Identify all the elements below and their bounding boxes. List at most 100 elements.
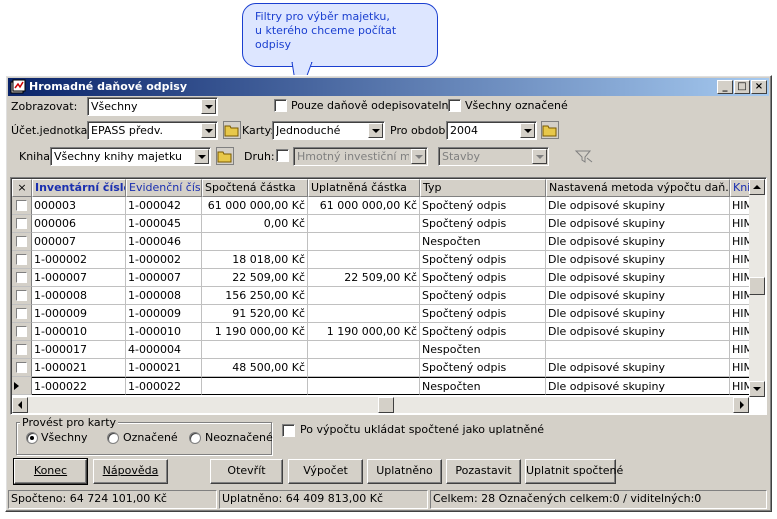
col-evidencni-cislo-cell[interactable]: 1-000022 <box>126 377 202 395</box>
col-inventarni-cislo-cell[interactable]: 1-000022 <box>32 377 126 395</box>
col-uplatnena-castka-cell[interactable] <box>308 305 420 323</box>
col-uplatnena-castka-cell[interactable] <box>308 377 420 395</box>
col-typ-cell[interactable]: Spočtený odpis <box>420 269 546 287</box>
vertical-scrollbar[interactable] <box>749 179 765 397</box>
vsechny-oznacene-checkbox[interactable] <box>448 99 461 112</box>
row-select-cell[interactable] <box>12 305 32 323</box>
col-typ-cell[interactable]: Spočtený odpis <box>420 197 546 215</box>
col-evidencni-cislo-cell[interactable]: 1-000010 <box>126 323 202 341</box>
row-checkbox[interactable] <box>16 344 27 355</box>
col-inventarni-cislo-cell[interactable]: 000006 <box>32 215 126 233</box>
horizontal-scroll-thumb[interactable] <box>378 397 394 413</box>
row-select-cell[interactable] <box>12 197 32 215</box>
col-inventarni-cislo-cell[interactable]: 1-000007 <box>32 269 126 287</box>
row-select-cell[interactable] <box>12 287 32 305</box>
col-metoda-cell[interactable]: Dle odpisové skupiny <box>546 377 730 395</box>
scroll-down-button[interactable] <box>749 381 765 397</box>
col-metoda-cell[interactable]: Dle odpisové skupiny <box>546 251 730 269</box>
table-row[interactable]: 1-000017 4-000004 Nespočten HIM <box>12 341 752 359</box>
table-row[interactable]: 1-000009 1-000009 91 520,00 Kč Spočtený odp… <box>12 305 752 323</box>
col-inventarni-cislo-header[interactable]: Inventární číslo <box>32 179 126 197</box>
table-row[interactable]: 1-000002 1-000002 18 018,00 Kč Spočtený odp… <box>12 251 752 269</box>
col-spoctena-castka-header[interactable]: Spočtená částka <box>202 179 308 197</box>
col-metoda-cell[interactable]: Dle odpisové skupiny <box>546 233 730 251</box>
col-inventarni-cislo-cell[interactable]: 1-000009 <box>32 305 126 323</box>
horizontal-scrollbar[interactable] <box>12 397 749 413</box>
col-metoda-header[interactable]: Nastavená metoda výpočtu daň. odp. <box>546 179 730 197</box>
row-select-cell[interactable] <box>12 251 32 269</box>
col-typ-cell[interactable]: Spočtený odpis <box>420 305 546 323</box>
chevron-down-icon[interactable] <box>201 123 216 138</box>
col-evidencni-cislo-cell[interactable]: 1-000042 <box>126 197 202 215</box>
row-checkbox[interactable] <box>16 272 27 283</box>
row-checkbox[interactable] <box>16 362 27 373</box>
col-evidencni-cislo-cell[interactable]: 1-000008 <box>126 287 202 305</box>
row-checkbox[interactable] <box>16 236 27 247</box>
col-metoda-cell[interactable]: Dle odpisové skupiny <box>546 269 730 287</box>
row-checkbox[interactable] <box>16 254 27 265</box>
col-spoctena-castka-cell[interactable]: 48 500,00 Kč <box>202 359 308 377</box>
col-uplatnena-castka-header[interactable]: Uplatněná částka <box>308 179 420 197</box>
col-uplatnena-castka-cell[interactable] <box>308 233 420 251</box>
zobrazovat-select[interactable]: Všechny <box>87 97 218 116</box>
col-evidencni-cislo-header[interactable]: Evidenční číslo <box>126 179 202 197</box>
table-row[interactable]: 000003 1-000042 61 000 000,00 Kč 61 000 000… <box>12 197 752 215</box>
table-row[interactable]: 000006 1-000045 0,00 Kč Spočtený odpis Dle o… <box>12 215 752 233</box>
col-spoctena-castka-cell[interactable]: 1 190 000,00 Kč <box>202 323 308 341</box>
scroll-left-button[interactable] <box>12 397 28 413</box>
radio-neoznacene[interactable] <box>189 432 201 444</box>
col-spoctena-castka-cell[interactable]: 18 018,00 Kč <box>202 251 308 269</box>
otevrit-button[interactable]: Otevřít <box>210 459 283 484</box>
row-checkbox[interactable] <box>16 326 27 337</box>
col-typ-cell[interactable]: Spočtený odpis <box>420 359 546 377</box>
row-select-cell[interactable] <box>12 341 32 359</box>
col-uplatnena-castka-cell[interactable]: 61 000 000,00 Kč <box>308 197 420 215</box>
row-select-cell[interactable] <box>12 377 32 395</box>
filter-icon[interactable] <box>574 148 594 164</box>
minimize-button[interactable]: _ <box>717 80 733 94</box>
col-spoctena-castka-cell[interactable]: 61 000 000,00 Kč <box>202 197 308 215</box>
karty-select[interactable]: Jednoduché <box>272 121 385 140</box>
stavby-select[interactable]: Stavby <box>438 147 549 166</box>
chevron-down-icon[interactable] <box>368 123 383 138</box>
col-metoda-cell[interactable]: Dle odpisové skupiny <box>546 305 730 323</box>
row-select-cell[interactable] <box>12 323 32 341</box>
col-evidencni-cislo-cell[interactable]: 1-000021 <box>126 359 202 377</box>
scroll-right-button[interactable] <box>733 397 749 413</box>
col-typ-cell[interactable]: Spočtený odpis <box>420 251 546 269</box>
col-typ-header[interactable]: Typ <box>420 179 546 197</box>
col-evidencni-cislo-cell[interactable]: 1-000046 <box>126 233 202 251</box>
col-spoctena-castka-cell[interactable] <box>202 377 308 395</box>
folder-icon[interactable] <box>541 121 559 139</box>
col-inventarni-cislo-cell[interactable]: 000003 <box>32 197 126 215</box>
row-select-cell[interactable] <box>12 269 32 287</box>
col-metoda-cell[interactable]: Dle odpisové skupiny <box>546 215 730 233</box>
row-select-cell[interactable] <box>12 233 32 251</box>
chevron-down-icon[interactable] <box>411 149 426 164</box>
col-uplatnena-castka-cell[interactable]: 22 509,00 Kč <box>308 269 420 287</box>
col-spoctena-castka-cell[interactable]: 22 509,00 Kč <box>202 269 308 287</box>
vertical-scroll-thumb[interactable] <box>749 277 765 295</box>
row-checkbox[interactable] <box>16 200 27 211</box>
col-uplatnena-castka-cell[interactable] <box>308 359 420 377</box>
pouze-danove-checkbox[interactable] <box>274 99 287 112</box>
col-inventarni-cislo-cell[interactable]: 1-000021 <box>32 359 126 377</box>
col-inventarni-cislo-cell[interactable]: 000007 <box>32 233 126 251</box>
pozastavit-button[interactable]: Pozastavit <box>446 459 521 484</box>
close-button[interactable]: × <box>751 80 767 94</box>
col-uplatnena-castka-cell[interactable] <box>308 341 420 359</box>
col-uplatnena-castka-cell[interactable] <box>308 251 420 269</box>
uplatneno-button[interactable]: Uplatněno <box>367 459 442 484</box>
col-uplatnena-castka-cell[interactable]: 1 190 000,00 Kč <box>308 323 420 341</box>
col-spoctena-castka-cell[interactable] <box>202 341 308 359</box>
col-metoda-cell[interactable] <box>546 341 730 359</box>
table-row[interactable]: 1-000022 1-000022 Nespočten Dle odpisové sk… <box>12 377 752 395</box>
row-select-cell[interactable] <box>12 215 32 233</box>
chevron-down-icon[interactable] <box>201 99 216 114</box>
druh-select[interactable]: Hmotný investiční majetek <box>293 147 428 166</box>
table-row[interactable]: 1-000021 1-000021 48 500,00 Kč Spočtený odp… <box>12 359 752 377</box>
col-typ-cell[interactable]: Spočtený odpis <box>420 287 546 305</box>
col-metoda-cell[interactable]: Dle odpisové skupiny <box>546 323 730 341</box>
col-select-header[interactable]: × <box>12 179 32 197</box>
row-select-cell[interactable] <box>12 359 32 377</box>
